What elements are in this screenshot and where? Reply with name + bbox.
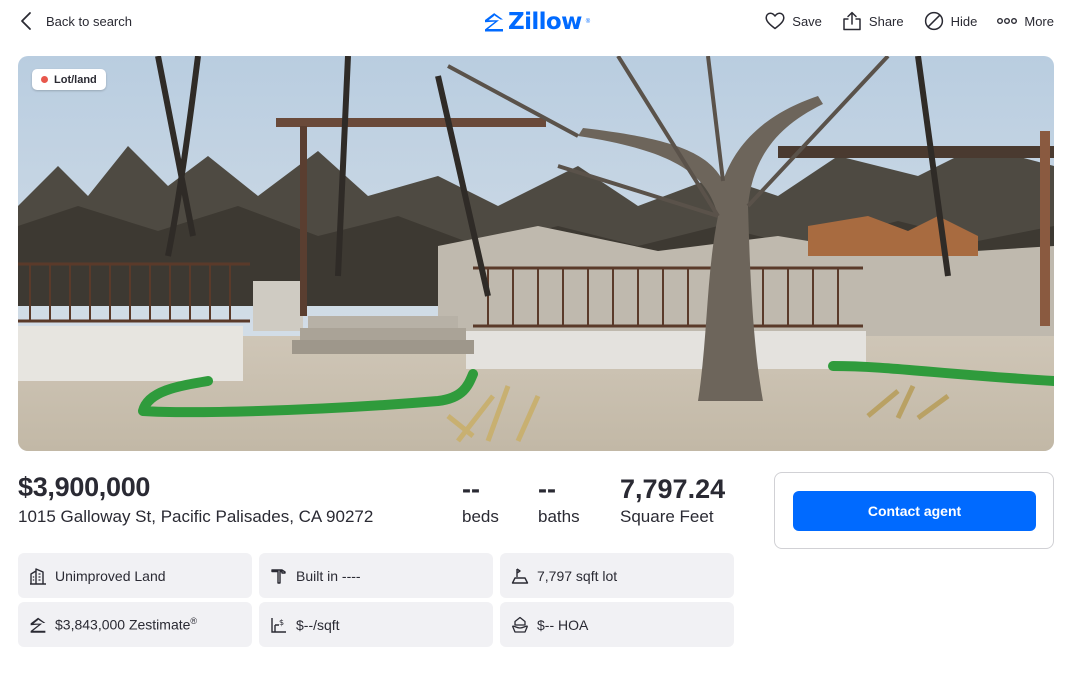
zillow-logo[interactable]: Zillow ® — [483, 8, 590, 36]
contact-card: Contact agent — [774, 472, 1054, 549]
listing-actions: Save Share Hide More — [765, 9, 1054, 33]
beds-fact: -- beds — [462, 474, 499, 527]
zillow-wordmark: Zillow — [508, 9, 582, 35]
more-label: More — [1024, 13, 1054, 29]
chevron-left-icon — [21, 12, 31, 30]
hide-button[interactable]: Hide — [924, 11, 978, 31]
beds-value: -- — [462, 474, 480, 504]
lot-size-icon — [511, 567, 529, 584]
hammer-icon — [271, 568, 286, 584]
year-built-chip: Built in ---- — [259, 553, 493, 598]
heart-icon — [765, 12, 785, 30]
hoa-text: $-- HOA — [537, 616, 589, 633]
lot-size-chip: 7,797 sqft lot — [500, 553, 734, 598]
back-to-search-link[interactable]: Back to search — [20, 10, 132, 32]
zestimate-chip: $3,843,000 Zestimate® — [18, 602, 252, 647]
zillow-z-icon — [30, 617, 46, 633]
zestimate-registered-mark: ® — [190, 616, 198, 627]
more-button[interactable]: More — [997, 14, 1054, 29]
beds-label: beds — [462, 507, 499, 526]
property-photo[interactable] — [18, 56, 1054, 451]
share-icon — [843, 11, 861, 31]
listing-address: 1015 Galloway St, Pacific Palisades, CA … — [18, 507, 374, 526]
listing-type-badge: Lot/land — [32, 69, 106, 90]
contact-agent-button[interactable]: Contact agent — [793, 491, 1036, 531]
property-type-chip: Unimproved Land — [18, 553, 252, 598]
hoa-chip: $-- HOA — [500, 602, 734, 647]
baths-fact: -- baths — [538, 474, 580, 527]
status-dot — [41, 76, 48, 83]
listing-price: $3,900,000 — [18, 472, 151, 502]
save-button[interactable]: Save — [765, 12, 822, 30]
price-per-sqft-icon: $ — [271, 617, 286, 633]
zestimate-text: $3,843,000 Zestimate® — [55, 616, 197, 633]
listing-type-label: Lot/land — [54, 73, 97, 86]
baths-value: -- — [538, 474, 556, 504]
hoa-icon — [511, 616, 529, 633]
lot-size-text: 7,797 sqft lot — [537, 567, 618, 584]
price-per-sqft-chip: $ $--/sqft — [259, 602, 493, 647]
year-built-text: Built in ---- — [296, 567, 361, 584]
price-per-sqft-text: $--/sqft — [296, 616, 340, 633]
zestimate-value: $3,843,000 Zestimate — [55, 616, 191, 633]
property-photo-image — [18, 56, 1054, 451]
share-label: Share — [868, 13, 904, 29]
sqft-value: 7,797.24 — [620, 474, 726, 504]
top-bar: Back to search Zillow ® Save Share Hide … — [0, 0, 1080, 44]
building-icon — [30, 567, 46, 585]
registered-mark: ® — [585, 19, 591, 25]
property-type-text: Unimproved Land — [55, 567, 166, 584]
hide-label: Hide — [950, 13, 978, 29]
svg-text:$: $ — [279, 618, 284, 627]
more-dots-icon — [997, 18, 1018, 24]
zillow-logo-icon — [485, 13, 503, 32]
hide-icon — [924, 11, 943, 31]
baths-label: baths — [538, 507, 580, 526]
back-to-search-label: Back to search — [46, 13, 132, 29]
share-button[interactable]: Share — [842, 11, 904, 31]
save-label: Save — [792, 13, 822, 29]
sqft-label: Square Feet — [620, 507, 714, 526]
sqft-fact: 7,797.24 Square Feet — [620, 474, 725, 527]
